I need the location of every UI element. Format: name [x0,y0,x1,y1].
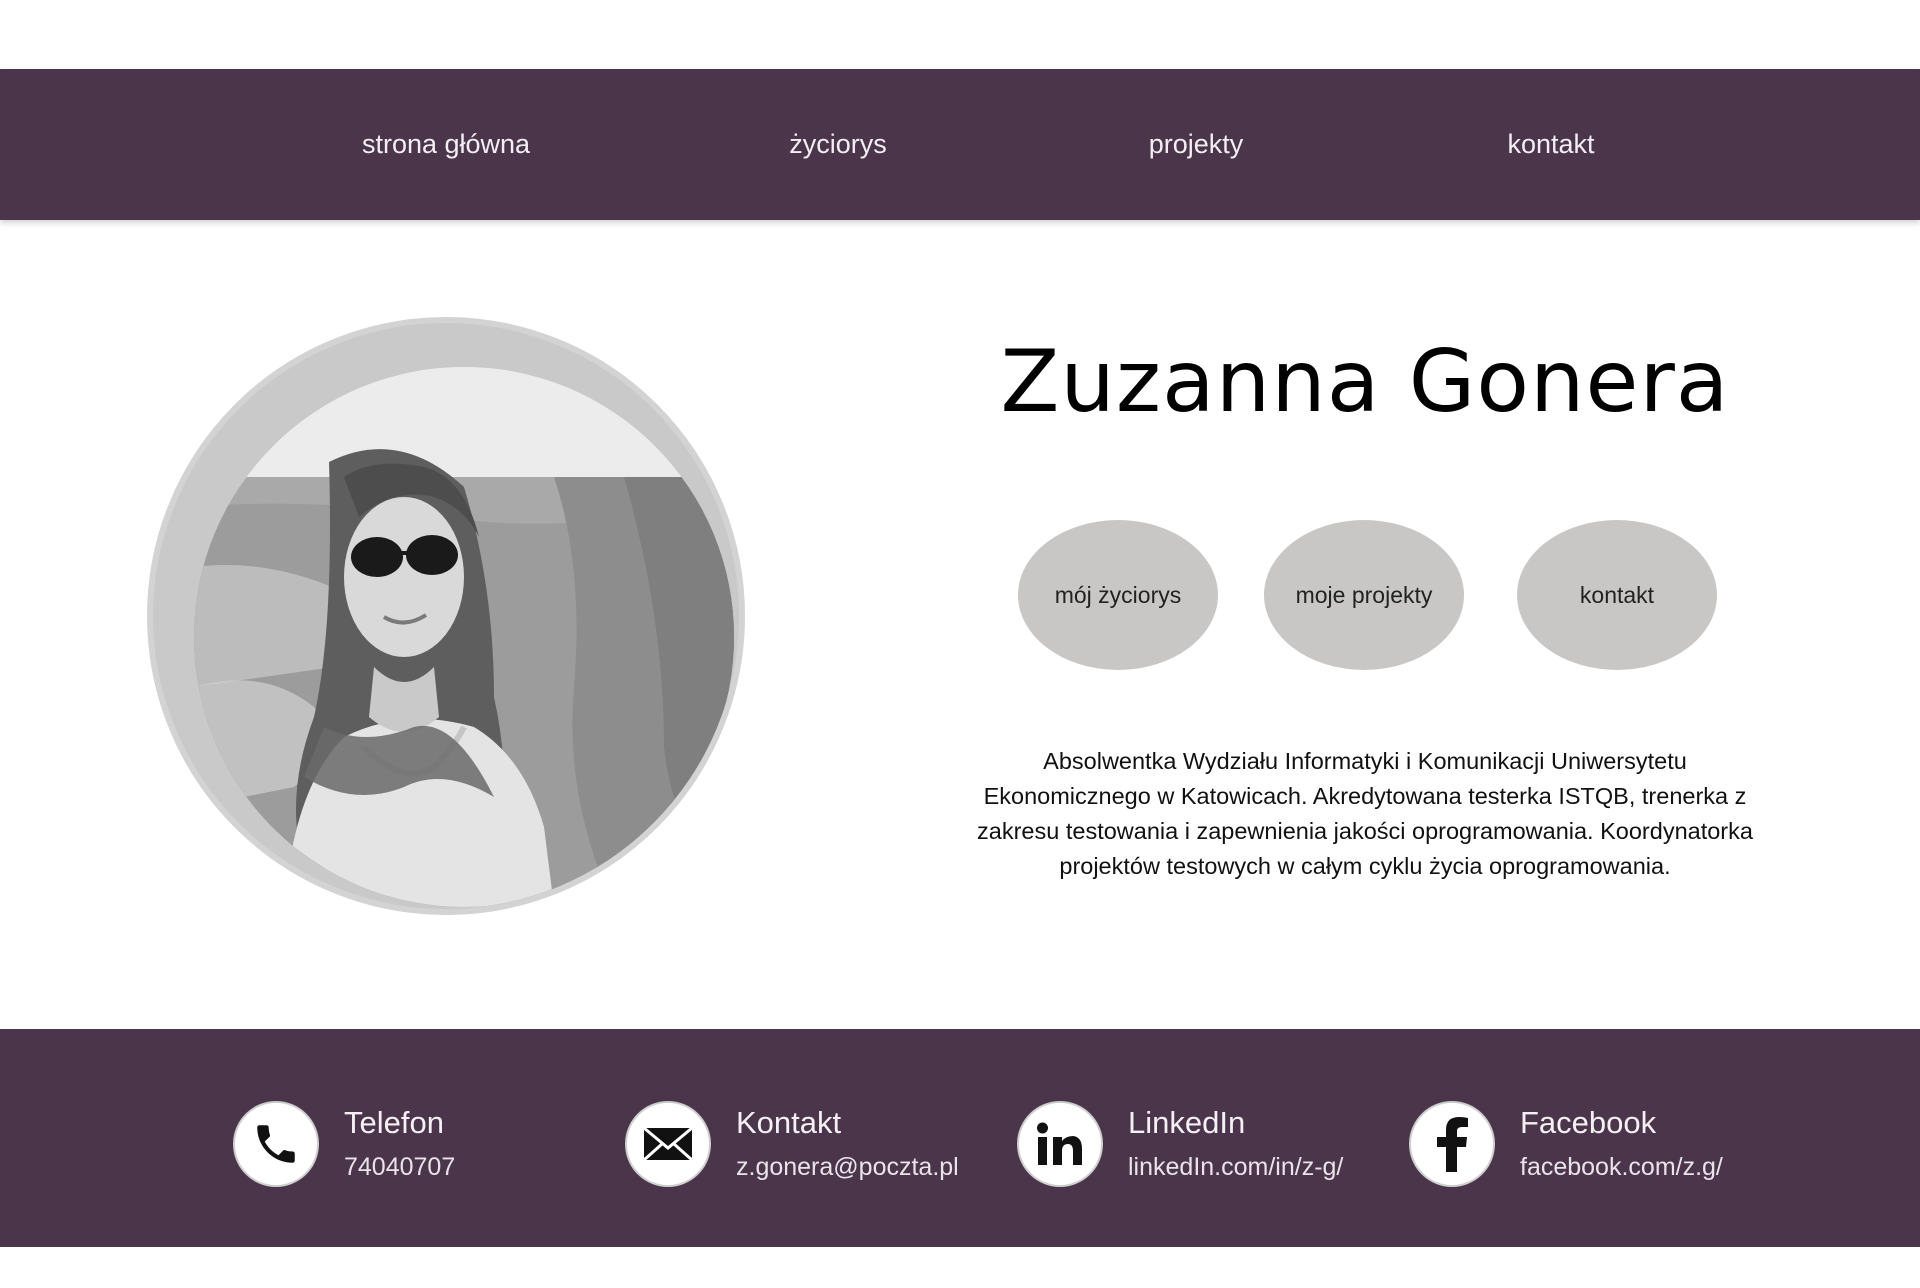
linkedin-icon[interactable] [1017,1101,1103,1187]
bio-text: Absolwentka Wydziału Informatyki i Komun… [977,748,1753,879]
page-title: Zuzanna Gonera [1000,332,1730,432]
nav-item-projects[interactable]: projekty [1149,69,1244,220]
profile-photo-frame [147,317,745,915]
contact-value[interactable]: z.gonera@poczta.pl [736,1153,959,1182]
envelope-icon[interactable] [625,1101,711,1187]
contact-button[interactable]: kontakt [1517,520,1717,670]
cv-button[interactable]: mój życiorys [1018,520,1218,670]
profile-photo [194,367,734,907]
projects-button[interactable]: moje projekty [1264,520,1464,670]
contact-value[interactable]: 74040707 [344,1153,455,1182]
contact-value[interactable]: facebook.com/z.g/ [1520,1153,1723,1182]
phone-icon[interactable] [233,1101,319,1187]
nav-item-home[interactable]: strona główna [362,69,530,220]
contact-title: LinkedIn [1128,1105,1246,1140]
contact-title: Telefon [344,1105,444,1140]
contact-value[interactable]: linkedIn.com/in/z-g/ [1128,1153,1343,1182]
contact-title: Facebook [1520,1105,1657,1140]
nav-item-cv[interactable]: życiorys [789,69,887,220]
top-navigation: strona główna życiorys projekty kontakt [0,69,1920,220]
contact-title: Kontakt [736,1105,842,1140]
nav-item-contact[interactable]: kontakt [1507,69,1594,220]
facebook-icon[interactable] [1409,1101,1495,1187]
